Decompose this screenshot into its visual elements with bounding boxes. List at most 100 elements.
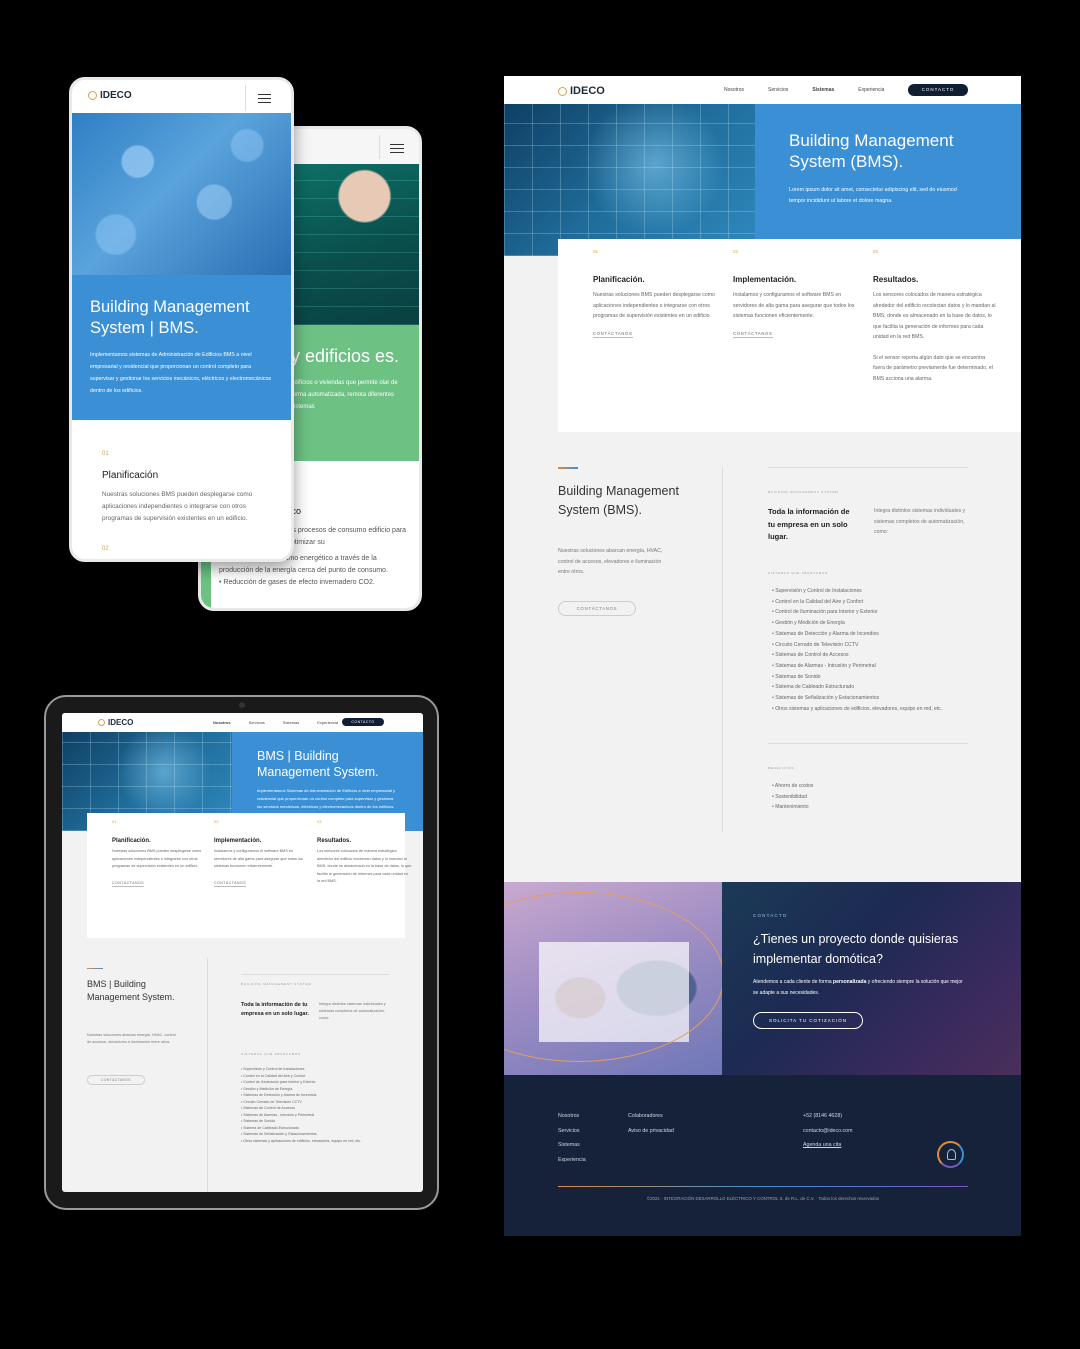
list-item: Circuito Cerrado de Televisión CCTV bbox=[772, 640, 962, 651]
step-number: 02 bbox=[102, 546, 109, 552]
statement: Toda la información de tu empresa en un … bbox=[241, 1002, 309, 1017]
list-item: Sistemas de Detección y Alarma de Incend… bbox=[772, 629, 962, 640]
contact-button[interactable]: CONTÁCTANOS bbox=[87, 1075, 145, 1085]
step-number: 03 bbox=[317, 819, 322, 824]
statement: Toda la información de tu empresa en un … bbox=[768, 507, 850, 541]
logo-text: IDECO bbox=[100, 90, 132, 101]
bms-section: Building Management System (BMS). Nuestr… bbox=[504, 432, 1021, 882]
step-title: Planificación. bbox=[112, 838, 151, 844]
ideco-logo[interactable]: IDECO bbox=[558, 85, 605, 97]
footer-phone[interactable]: +52 (8146 4628) bbox=[803, 1109, 853, 1124]
top-nav: IDECO Nosotros Servicios Sistemas Experi… bbox=[504, 76, 1021, 104]
hero-title: y edificios es. bbox=[291, 346, 400, 366]
decorative-arc bbox=[504, 892, 724, 1062]
hero-title: BMS | Building Management System. bbox=[257, 749, 379, 779]
divider bbox=[768, 467, 968, 468]
step-text: Los sensores colocados de manera estraté… bbox=[873, 292, 996, 340]
contact-link[interactable]: CONTÁCTANOS bbox=[112, 881, 145, 887]
list-item: Otros sistemas y aplicaciones de edifici… bbox=[772, 704, 962, 715]
section-description: Nuestras soluciones abarcan energía, HVA… bbox=[558, 548, 663, 575]
step-text: Nuestras soluciones BMS pueden desplegar… bbox=[102, 491, 253, 522]
step-title: Resultados. bbox=[317, 838, 352, 844]
nav-link-servicios[interactable]: Servicios bbox=[249, 720, 265, 725]
cta-photo-people bbox=[504, 882, 724, 1075]
step-number: 01 bbox=[112, 819, 117, 824]
step-card: 02 Implementación. Instalamos y configur… bbox=[733, 239, 858, 340]
nav-link-experiencia[interactable]: Experiencia bbox=[317, 720, 338, 725]
contact-button[interactable]: CONTÁCTANOS bbox=[558, 601, 636, 616]
list-item: Ahorro de costos bbox=[772, 781, 814, 792]
list-item: Control en la Calidad del Aire y Confort bbox=[772, 597, 962, 608]
step-card: 01 Planificación. Nuestras soluciones BM… bbox=[593, 239, 718, 340]
list-item: Otros sistemas y aplicaciones de edifici… bbox=[241, 1138, 381, 1145]
footer-link-nosotros[interactable]: Nosotros bbox=[558, 1109, 586, 1124]
divider bbox=[768, 743, 968, 744]
hero-text: Lorem ipsum dolor sit amet, consectetur … bbox=[789, 187, 957, 204]
logo-text: IDECO bbox=[570, 85, 605, 97]
integrates-text: Integra distintos sistemas individuales … bbox=[874, 508, 966, 535]
hamburger-menu-icon[interactable] bbox=[245, 85, 281, 111]
footer-link-colaboradores[interactable]: Colaboradores bbox=[628, 1109, 674, 1124]
footer: Nosotros Servicios Sistemas Experiencia … bbox=[504, 1075, 1021, 1236]
benefits-list: Ahorro de costos Sostenibilidad Mantenim… bbox=[772, 781, 814, 813]
caption-bms: BUILDING MANAGEMENT SYSTEM bbox=[241, 982, 312, 986]
contact-link[interactable]: CONTÁCTANOS bbox=[214, 881, 247, 887]
step-title: Planificación. bbox=[593, 275, 645, 284]
section-title: Building Management System (BMS). bbox=[558, 484, 679, 517]
accent-line bbox=[87, 968, 103, 969]
list-item: Reducción de gases de efecto invernadero… bbox=[219, 577, 411, 589]
nav-link-nosotros[interactable]: Nosotros bbox=[213, 720, 231, 725]
nav-links: Nosotros Servicios Sistemas Experiencia bbox=[724, 87, 884, 93]
nav-link-sistemas[interactable]: Sistemas bbox=[812, 87, 834, 93]
logo-ring-icon bbox=[558, 86, 567, 96]
nav-link-sistemas[interactable]: Sistemas bbox=[283, 720, 299, 725]
footer-link-sistemas[interactable]: Sistemas bbox=[558, 1138, 586, 1153]
ideco-logo[interactable]: IDECO bbox=[88, 90, 132, 101]
phone-mockup-bms: IDECO Building Management System | BMS. … bbox=[69, 77, 294, 562]
step-number: 02 bbox=[214, 819, 219, 824]
nav-link-nosotros[interactable]: Nosotros bbox=[724, 87, 744, 93]
hero-section: Building Management System | BMS. Implem… bbox=[72, 275, 291, 420]
ideco-logo[interactable]: IDECO bbox=[98, 718, 133, 727]
footer-link-servicios[interactable]: Servicios bbox=[558, 1124, 586, 1139]
contact-link[interactable]: CONTÁCTANOS bbox=[593, 331, 633, 338]
cta-title: ¿Tienes un proyecto donde quisieras impl… bbox=[753, 932, 959, 966]
bulb-logo-icon bbox=[937, 1141, 964, 1168]
step-number: 03 bbox=[873, 249, 879, 254]
quote-button[interactable]: SOLICITA TU COTIZACIÓN bbox=[753, 1012, 863, 1029]
contact-button[interactable]: CONTACTO bbox=[908, 84, 968, 96]
logo-text: IDECO bbox=[108, 718, 134, 727]
step-text: Instalamos y configuramos el software BM… bbox=[733, 292, 855, 319]
step-card: 02 Implementación. Instalamos y configur… bbox=[214, 813, 309, 889]
footer-email[interactable]: contacto@ideco.com bbox=[803, 1124, 853, 1139]
cta-caption: CONTACTO bbox=[753, 913, 788, 918]
footer-links-2: Colaboradores Aviso de privacidad bbox=[628, 1109, 674, 1138]
step-card: 03 Resultados. Los sensores colocados de… bbox=[873, 239, 998, 384]
nav-link-experiencia[interactable]: Experiencia bbox=[858, 87, 884, 93]
hero-text: Implementamos Sistemas de Administración… bbox=[257, 788, 396, 809]
divider bbox=[722, 467, 723, 832]
section-description: Nuestras soluciones abarcan energía, HVA… bbox=[87, 1033, 176, 1044]
step-card: 01 Planificación. Nuestras soluciones BM… bbox=[112, 813, 207, 889]
footer-link-experiencia[interactable]: Experiencia bbox=[558, 1153, 586, 1168]
gradient-divider bbox=[558, 1186, 968, 1187]
step-text: Los sensores colocados de manera estraté… bbox=[317, 849, 412, 883]
hamburger-menu-icon[interactable] bbox=[379, 135, 409, 159]
list-item: Sistemas de Alarmas - Intrusión y Perime… bbox=[772, 661, 962, 672]
hero-title: Building Management System (BMS). bbox=[789, 131, 954, 171]
hero-title: Building Management System | BMS. bbox=[90, 298, 250, 337]
contact-button[interactable]: CONTACTO bbox=[342, 718, 384, 726]
footer-link-privacy[interactable]: Aviso de privacidad bbox=[628, 1124, 674, 1139]
footer-appointment-link[interactable]: Agenda una cita bbox=[803, 1138, 853, 1153]
caption-systems: SISTEMAS QUE ABARCAMOS bbox=[768, 571, 828, 575]
contact-link[interactable]: CONTÁCTANOS bbox=[733, 331, 773, 338]
step-title: Implementación. bbox=[733, 275, 797, 284]
list-item: Sistemas de Señalización y Estacionamien… bbox=[772, 693, 962, 704]
nav-links: Nosotros Servicios Sistemas Experiencia bbox=[213, 720, 338, 725]
nav-link-servicios[interactable]: Servicios bbox=[768, 87, 788, 93]
step-card: 03 Resultados. Los sensores colocados de… bbox=[317, 813, 412, 886]
cta-text: Atendemos a cada cliente de forma person… bbox=[753, 979, 963, 996]
step-text-alarm: Si el sensor reporta algún dato que se e… bbox=[873, 354, 993, 382]
logo-ring-icon bbox=[88, 91, 97, 100]
step-text: Nuestras soluciones BMS pueden desplegar… bbox=[112, 849, 202, 868]
